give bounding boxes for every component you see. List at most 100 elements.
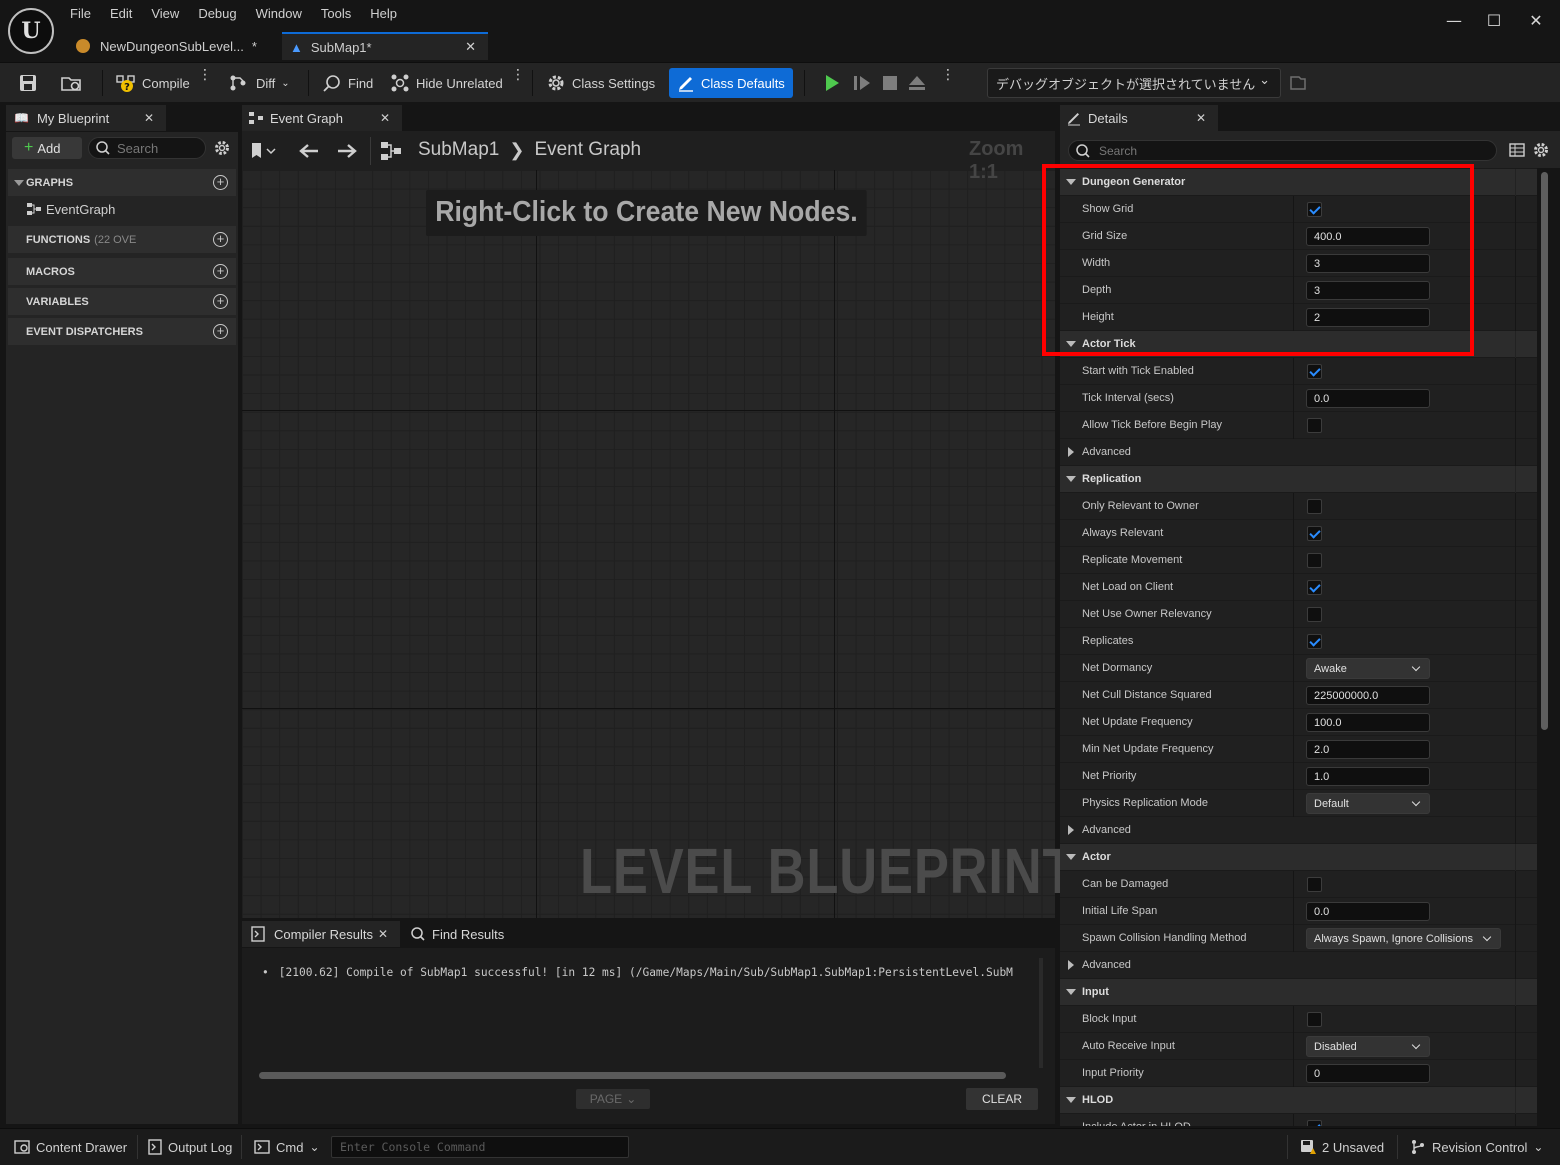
net-cull-distance-squared-input[interactable]: 225000000.0 <box>1306 686 1430 705</box>
auto-receive-input-select[interactable]: Disabled <box>1306 1036 1430 1057</box>
add-macro-icon[interactable]: + <box>213 264 228 279</box>
debug-object-select[interactable]: デバッグオブジェクトが選択されていません ⌄ <box>987 68 1281 98</box>
diff-button[interactable]: Diff ⌄ <box>228 68 290 98</box>
start-with-tick-enabled-checkbox[interactable] <box>1307 364 1322 379</box>
maximize-icon[interactable]: ☐ <box>1476 8 1512 32</box>
menu-debug[interactable]: Debug <box>188 4 245 26</box>
content-drawer-button[interactable]: Content Drawer <box>14 1137 127 1157</box>
play-button[interactable] <box>822 68 842 98</box>
advanced-expander[interactable]: Advanced <box>1060 439 1537 466</box>
net-update-frequency-input[interactable]: 100.0 <box>1306 713 1430 732</box>
tab-my-blueprint[interactable]: 📖 My Blueprint ✕ <box>6 105 166 131</box>
net-load-on-client-checkbox[interactable] <box>1307 580 1322 595</box>
class-defaults-button[interactable]: Class Defaults <box>669 68 793 98</box>
console-command-input[interactable]: Enter Console Command <box>331 1136 629 1158</box>
property-matrix-icon[interactable] <box>1509 142 1525 158</box>
debug-filter-button[interactable] <box>1288 68 1308 98</box>
replicate-movement-checkbox[interactable] <box>1307 553 1322 568</box>
grid-size-input[interactable]: 400.0 <box>1306 227 1430 246</box>
tab-details[interactable]: Details ✕ <box>1060 105 1218 131</box>
hide-unrelated-button[interactable]: Hide Unrelated <box>390 68 503 98</box>
physics-replication-mode-select[interactable]: Default <box>1306 793 1430 814</box>
spawn-collision-handling-method-select[interactable]: Always Spawn, Ignore Collisions <box>1306 928 1501 949</box>
stop-button[interactable] <box>880 68 900 98</box>
close-tab-icon[interactable]: ✕ <box>465 39 476 55</box>
details-scrollbar[interactable] <box>1541 172 1548 730</box>
net-use-owner-relevancy-checkbox[interactable] <box>1307 607 1322 622</box>
close-window-icon[interactable]: ✕ <box>1518 8 1554 32</box>
find-button[interactable]: Find <box>322 68 373 98</box>
close-tab-icon[interactable]: ✕ <box>378 927 388 941</box>
menu-tools[interactable]: Tools <box>311 4 360 26</box>
horizontal-scrollbar[interactable] <box>259 1072 1006 1079</box>
menu-view[interactable]: View <box>141 4 188 26</box>
depth-input[interactable]: 3 <box>1306 281 1430 300</box>
forward-arrow-icon[interactable] <box>336 142 358 160</box>
close-tab-icon[interactable]: ✕ <box>144 111 154 125</box>
browse-button[interactable] <box>60 68 84 98</box>
unsaved-button[interactable]: 2 Unsaved <box>1300 1137 1384 1157</box>
section-graphs[interactable]: GRAPHS + <box>8 169 236 196</box>
menu-file[interactable]: File <box>60 4 100 26</box>
tick-interval-secs-input[interactable]: 0.0 <box>1306 389 1430 408</box>
width-input[interactable]: 3 <box>1306 254 1430 273</box>
cmd-select[interactable]: Cmd ⌄ <box>254 1137 320 1157</box>
page-select[interactable]: PAGE ⌄ <box>576 1089 650 1109</box>
section-macros[interactable]: MACROS + <box>8 258 236 285</box>
tab-event-graph[interactable]: Event Graph ✕ <box>242 105 402 131</box>
output-log-button[interactable]: Output Log <box>148 1137 232 1157</box>
add-variable-icon[interactable]: + <box>213 294 228 309</box>
details-search-input[interactable]: Search <box>1068 140 1497 161</box>
menu-window[interactable]: Window <box>246 4 311 26</box>
revision-control-button[interactable]: Revision Control ⌄ <box>1410 1137 1543 1157</box>
event-graph-canvas[interactable]: Zoom 1:1 Right-Click to Create New Nodes… <box>242 138 1075 918</box>
can-be-damaged-checkbox[interactable] <box>1307 877 1322 892</box>
include-actor-in-hlod-checkbox[interactable] <box>1307 1120 1322 1126</box>
replicates-checkbox[interactable] <box>1307 634 1322 649</box>
compile-options-icon[interactable]: ⋮ <box>198 68 212 95</box>
compile-button[interactable]: ? Compile <box>116 68 190 98</box>
class-settings-button[interactable]: Class Settings <box>546 68 655 98</box>
clear-button[interactable]: CLEAR <box>966 1088 1038 1110</box>
section-event-dispatchers[interactable]: EVENT DISPATCHERS + <box>8 318 236 345</box>
close-tab-icon[interactable]: ✕ <box>380 111 390 125</box>
save-button[interactable] <box>18 68 38 98</box>
category-input[interactable]: Input <box>1060 979 1537 1006</box>
doc-tab-submap1[interactable]: ▲ SubMap1* ✕ <box>282 32 488 60</box>
step-button[interactable] <box>852 68 872 98</box>
initial-life-span-input[interactable]: 0.0 <box>1306 902 1430 921</box>
find-options-icon[interactable]: ⋮ <box>511 68 525 95</box>
tab-find-results[interactable]: Find Results <box>402 921 530 947</box>
category-actor-tick[interactable]: Actor Tick <box>1060 331 1537 358</box>
net-dormancy-select[interactable]: Awake <box>1306 658 1430 679</box>
unreal-logo-icon[interactable]: U <box>8 8 54 54</box>
breadcrumb-root[interactable]: SubMap1 <box>418 139 499 161</box>
doc-tab-dungeon-sublevel[interactable]: NewDungeonSubLevel... * <box>70 32 270 60</box>
allow-tick-before-begin-play-checkbox[interactable] <box>1307 418 1322 433</box>
menu-help[interactable]: Help <box>360 4 406 26</box>
add-function-icon[interactable]: + <box>213 232 228 247</box>
add-button[interactable]: + Add <box>12 137 82 159</box>
tab-compiler-results[interactable]: Compiler Results ✕ <box>242 921 400 947</box>
play-options-icon[interactable]: ⋮ <box>941 68 955 95</box>
category-hlod[interactable]: HLOD <box>1060 1087 1537 1114</box>
breadcrumb-leaf[interactable]: Event Graph <box>534 139 641 161</box>
section-variables[interactable]: VARIABLES + <box>8 288 236 315</box>
always-relevant-checkbox[interactable] <box>1307 526 1322 541</box>
close-tab-icon[interactable]: ✕ <box>1196 111 1206 125</box>
block-input-checkbox[interactable] <box>1307 1012 1322 1027</box>
add-graph-icon[interactable]: + <box>213 175 228 190</box>
my-blueprint-search-input[interactable]: Search <box>88 137 206 159</box>
category-dungeon-generator[interactable]: Dungeon Generator <box>1060 169 1537 196</box>
bookmark-icon[interactable] <box>250 141 276 161</box>
input-priority-input[interactable]: 0 <box>1306 1064 1430 1083</box>
advanced-expander[interactable]: Advanced <box>1060 817 1537 844</box>
gear-icon[interactable] <box>1532 141 1550 159</box>
eject-button[interactable] <box>907 68 927 98</box>
show-grid-checkbox[interactable] <box>1307 202 1322 217</box>
back-arrow-icon[interactable] <box>298 142 320 160</box>
add-dispatcher-icon[interactable]: + <box>213 324 228 339</box>
category-actor[interactable]: Actor <box>1060 844 1537 871</box>
list-item-eventgraph[interactable]: EventGraph <box>26 198 115 220</box>
net-priority-input[interactable]: 1.0 <box>1306 767 1430 786</box>
